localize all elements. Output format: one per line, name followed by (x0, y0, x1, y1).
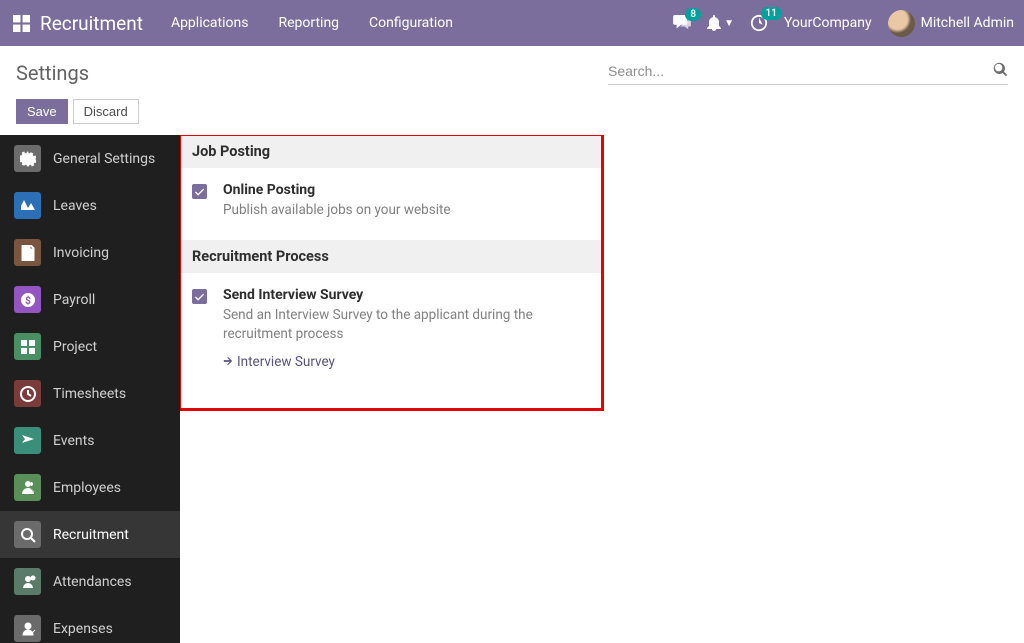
menu-configuration[interactable]: Configuration (369, 15, 453, 31)
top-menu: Applications Reporting Configuration (171, 15, 453, 31)
discard-button[interactable]: Discard (73, 99, 139, 124)
menu-applications[interactable]: Applications (171, 15, 249, 31)
activities-icon[interactable]: 11 (750, 14, 768, 32)
link-interview-survey[interactable]: Interview Survey (223, 354, 335, 370)
sidebar-item-expenses[interactable]: Expenses (0, 605, 180, 643)
sidebar-icon (14, 615, 41, 642)
user-name: Mitchell Admin (921, 15, 1014, 31)
checkbox-interview-survey[interactable] (192, 289, 207, 304)
option-desc-interview-survey: Send an Interview Survey to the applican… (223, 306, 589, 344)
section-job-posting: Job Posting Online Posting Publish avail… (180, 135, 601, 240)
sidebar-item-label: Timesheets (53, 386, 126, 402)
menu-reporting[interactable]: Reporting (278, 15, 339, 31)
settings-main: Job Posting Online Posting Publish avail… (180, 135, 1024, 643)
messages-icon[interactable]: 8 (673, 15, 691, 31)
sidebar-icon (14, 427, 41, 454)
content: General Settings Leaves Invoicing $ Payroll P… (0, 135, 1024, 643)
sidebar-item-recruitment[interactable]: Recruitment (0, 511, 180, 558)
sidebar-item-employees[interactable]: Employees (0, 464, 180, 511)
settings-sidebar: General Settings Leaves Invoicing $ Payroll P… (0, 135, 180, 643)
sidebar-item-invoicing[interactable]: Invoicing (0, 229, 180, 276)
sidebar-item-label: Leaves (53, 198, 97, 214)
arrow-right-icon (223, 354, 233, 370)
section-recruitment-process: Recruitment Process Send Interview Surve… (180, 240, 601, 390)
notifications-icon[interactable]: ▼ (707, 15, 734, 31)
sidebar-icon (14, 239, 41, 266)
sidebar-item-events[interactable]: Events (0, 417, 180, 464)
search-container (608, 62, 1008, 85)
apps-icon[interactable] (13, 15, 30, 32)
sidebar-item-label: Expenses (53, 621, 113, 637)
sidebar-item-timesheets[interactable]: Timesheets (0, 370, 180, 417)
messages-badge: 8 (685, 8, 701, 21)
search-input[interactable] (608, 63, 993, 79)
control-panel-top: Settings (0, 46, 1024, 85)
topbar: Recruitment Applications Reporting Confi… (0, 0, 1024, 46)
save-button[interactable]: Save (16, 99, 68, 124)
avatar (888, 10, 915, 37)
sidebar-item-payroll[interactable]: $ Payroll (0, 276, 180, 323)
sidebar-item-label: Employees (53, 480, 121, 496)
sidebar-item-label: Project (53, 339, 97, 355)
sidebar-icon (14, 380, 41, 407)
activities-badge: 11 (761, 7, 782, 20)
section-header-recruitment-process: Recruitment Process (180, 240, 601, 273)
sidebar-icon (14, 521, 41, 548)
control-panel-buttons: Save Discard (0, 85, 1024, 135)
app-brand[interactable]: Recruitment (40, 12, 143, 35)
sidebar-icon (14, 145, 41, 172)
sidebar-item-label: Attendances (53, 574, 132, 590)
sidebar-icon (14, 333, 41, 360)
search-icon[interactable] (993, 62, 1008, 81)
sidebar-icon (14, 568, 41, 595)
sidebar-item-attendances[interactable]: Attendances (0, 558, 180, 605)
checkbox-online-posting[interactable] (192, 184, 207, 199)
sidebar-item-label: General Settings (53, 151, 155, 167)
sidebar-item-label: Events (53, 433, 94, 449)
sidebar-item-label: Recruitment (53, 527, 129, 543)
sidebar-item-label: Invoicing (53, 245, 109, 261)
sidebar-item-label: Payroll (53, 292, 95, 308)
sidebar-item-project[interactable]: Project (0, 323, 180, 370)
option-title-interview-survey: Send Interview Survey (223, 287, 589, 303)
option-desc-online-posting: Publish available jobs on your website (223, 201, 451, 220)
svg-text:$: $ (25, 294, 31, 307)
sidebar-item-leaves[interactable]: Leaves (0, 182, 180, 229)
topbar-right: 8 ▼ 11 YourCompany Mitchell Admin (673, 10, 1014, 37)
sidebar-icon: $ (14, 286, 41, 313)
user-menu[interactable]: Mitchell Admin (888, 10, 1014, 37)
page-title: Settings (16, 61, 89, 85)
link-label: Interview Survey (237, 354, 335, 370)
sidebar-icon (14, 474, 41, 501)
section-header-job-posting: Job Posting (180, 135, 601, 168)
caret-down-icon: ▼ (724, 18, 734, 29)
sidebar-icon (14, 192, 41, 219)
option-title-online-posting: Online Posting (223, 182, 451, 198)
sidebar-item-general-settings[interactable]: General Settings (0, 135, 180, 182)
company-switcher[interactable]: YourCompany (784, 15, 872, 31)
